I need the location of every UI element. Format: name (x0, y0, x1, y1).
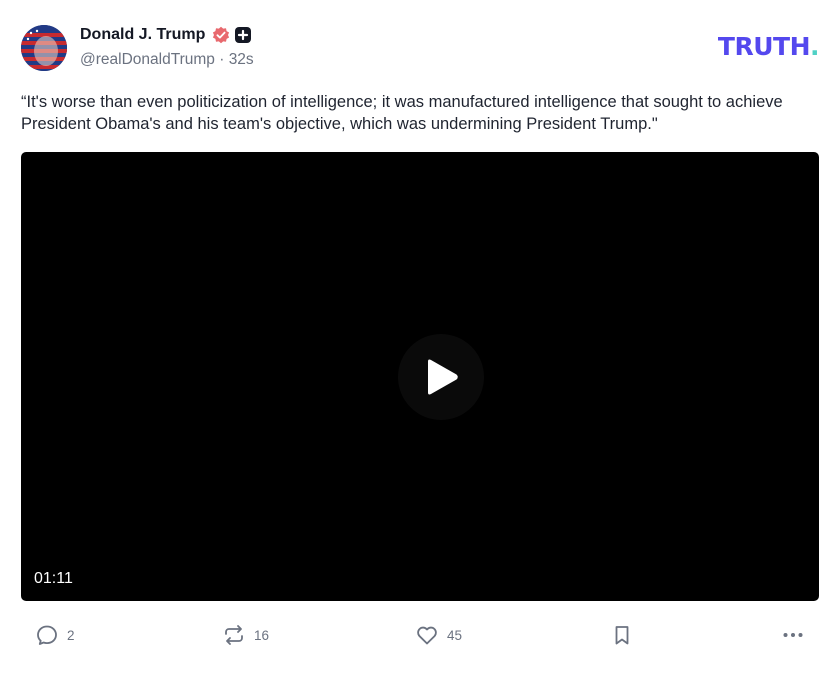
bookmark-button[interactable] (610, 622, 634, 648)
reply-button[interactable]: 2 (35, 622, 75, 648)
retruth-count: 16 (254, 627, 270, 643)
play-button[interactable] (398, 334, 484, 420)
author-handle[interactable]: @realDonaldTrump (80, 51, 215, 68)
author-name[interactable]: Donald J. Trump (80, 26, 205, 44)
more-icon (783, 633, 803, 637)
author-row: Donald J. Trump (80, 24, 252, 46)
verified-badge-icon (212, 26, 230, 44)
reply-icon (37, 625, 57, 645)
truth-logo[interactable]: TRUTH. (717, 32, 820, 61)
avatar[interactable] (21, 25, 67, 71)
retruth-icon (225, 625, 243, 645)
post-text: “It's worse than even politicization of … (21, 93, 783, 133)
more-button[interactable] (781, 622, 805, 648)
retruth-button[interactable]: 16 (222, 622, 269, 648)
post-timestamp[interactable]: 32s (229, 51, 254, 68)
play-icon (428, 359, 458, 395)
meta-separator: · (219, 51, 229, 68)
logo-text: TRUTH (717, 32, 811, 61)
logo-dot: . (810, 32, 820, 61)
video-player[interactable]: 01:11 (21, 152, 819, 601)
plus-badge-icon (235, 27, 252, 43)
video-duration: 01:11 (34, 570, 73, 587)
like-count: 45 (447, 627, 463, 643)
author-meta: @realDonaldTrump · 32s (80, 51, 254, 69)
reply-count: 2 (67, 627, 75, 643)
heart-icon (417, 626, 437, 645)
like-button[interactable]: 45 (415, 622, 462, 648)
bookmark-icon (615, 626, 629, 645)
